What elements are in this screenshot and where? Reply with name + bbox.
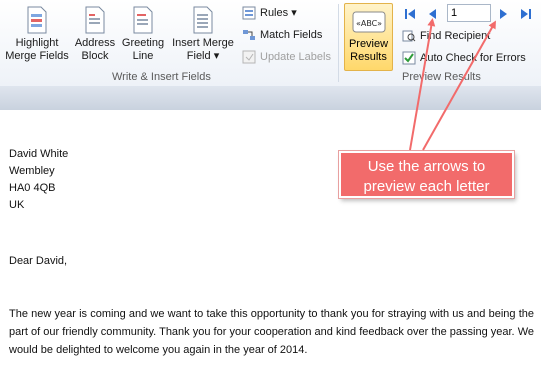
last-record-icon[interactable]: [518, 6, 534, 22]
preview-label-2: Results: [350, 51, 387, 63]
greeting-label-2: Line: [132, 50, 154, 62]
address-label-1: Address: [74, 37, 116, 49]
document-page[interactable]: David White Wembley HA0 4QB UK Dear Davi…: [0, 110, 541, 372]
update-labels-button[interactable]: Update Labels: [242, 49, 331, 65]
insert-merge-field-button[interactable]: Insert Merge Field ▾: [168, 0, 238, 70]
preview-results-group-label: Preview Results: [402, 71, 481, 83]
insert-merge-label-1: Insert Merge: [172, 37, 234, 49]
address-line: David White: [9, 148, 69, 160]
chevron-down-icon: ▾: [213, 50, 220, 62]
highlight-label-1: Highlight: [15, 37, 59, 49]
rules-chevron-down-icon: ▾: [291, 7, 297, 19]
auto-check-label: Auto Check for Errors: [420, 52, 526, 64]
greeting-line-button[interactable]: Greeting Line: [118, 0, 168, 70]
find-recipient-label: Find Recipient: [420, 30, 491, 42]
auto-check-errors-button[interactable]: Auto Check for Errors: [402, 50, 526, 66]
preview-icon-text: «ABC»: [355, 19, 381, 28]
address-line: UK: [9, 199, 25, 211]
record-number-input[interactable]: [447, 4, 491, 22]
rules-label: Rules: [260, 7, 289, 19]
highlight-label-2: Merge Fields: [5, 50, 69, 62]
greeting-line-icon: [133, 6, 153, 34]
first-record-icon[interactable]: [402, 6, 418, 22]
find-recipient-button[interactable]: Find Recipient: [402, 28, 490, 44]
insert-merge-label-2: Field ▾: [168, 50, 238, 63]
address-line: Wembley: [9, 165, 55, 177]
find-recipient-icon: [402, 30, 416, 42]
next-record-icon[interactable]: [496, 6, 512, 22]
document-highlight-icon: [27, 6, 47, 34]
callout-box: Use the arrows to preview each letter: [339, 151, 514, 198]
match-fields-button[interactable]: Match Fields: [242, 27, 322, 43]
address-line: HA0 4QB: [9, 182, 56, 194]
insert-merge-field-text: Field: [186, 50, 211, 62]
insert-field-icon: [193, 6, 213, 34]
preview-label-1: Preview: [348, 38, 389, 50]
salutation: Dear David,: [9, 255, 68, 267]
preview-results-button[interactable]: «ABC» Preview Results: [344, 3, 393, 71]
callout-line-2: preview each letter: [363, 178, 490, 195]
group-separator: [338, 4, 339, 82]
letter-body: The new year is coming and we want to ta…: [9, 308, 534, 356]
rules-button[interactable]: Rules ▾: [242, 5, 297, 21]
highlight-merge-fields-button[interactable]: Highlight Merge Fields: [2, 0, 72, 70]
write-insert-group-label: Write & Insert Fields: [112, 71, 211, 83]
preview-abc-icon: «ABC»: [352, 11, 385, 33]
auto-check-icon: [402, 51, 416, 65]
ribbon: Highlight Merge Fields Address Block Gre…: [0, 0, 541, 87]
ruler-band: [0, 86, 541, 111]
update-labels-label: Update Labels: [260, 51, 331, 63]
callout-line-1: Use the arrows to: [367, 158, 486, 175]
greeting-label-1: Greeting: [121, 37, 165, 49]
rules-icon: [242, 6, 256, 20]
previous-record-icon[interactable]: [424, 6, 440, 22]
update-labels-icon: [242, 50, 256, 64]
match-fields-label: Match Fields: [260, 29, 323, 41]
address-block-button[interactable]: Address Block: [72, 0, 118, 70]
address-label-2: Block: [81, 50, 109, 62]
match-fields-icon: [243, 30, 255, 41]
address-block-icon: [85, 6, 105, 34]
